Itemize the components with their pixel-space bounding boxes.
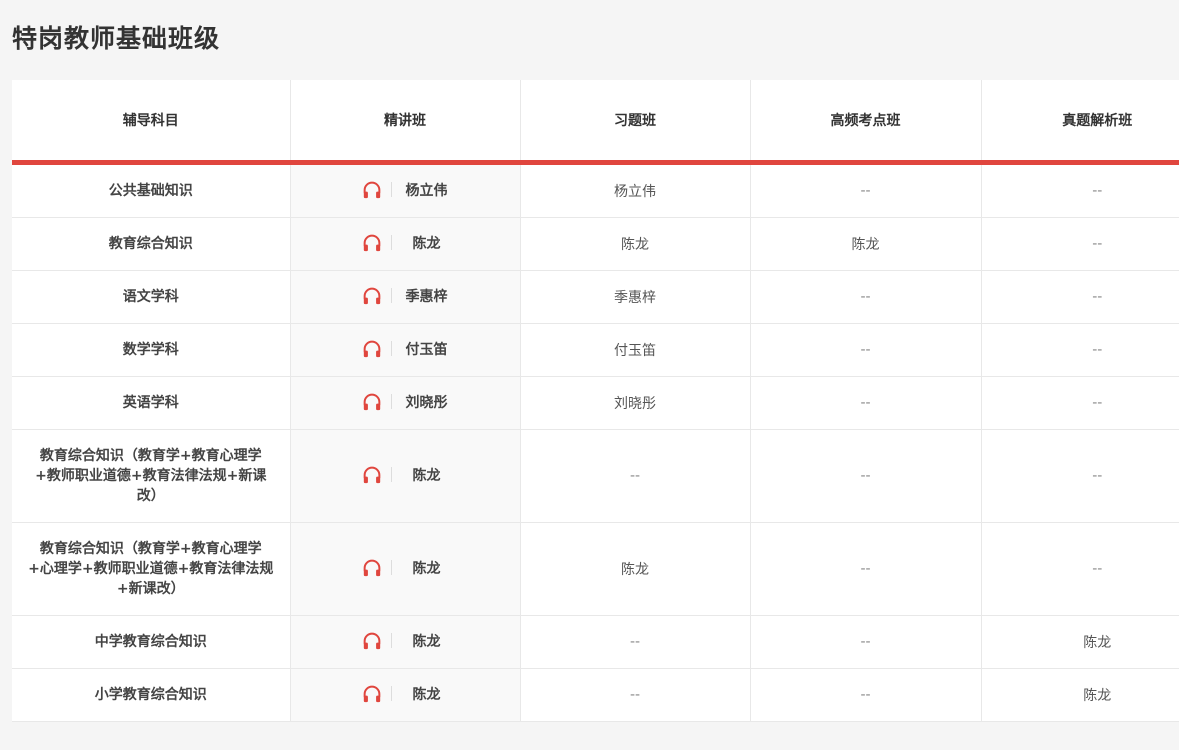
lecture-cell: 陈龙 — [290, 429, 521, 523]
highfreq-cell: -- — [750, 668, 982, 722]
pastexam-cell: 陈龙 — [981, 615, 1179, 669]
divider — [390, 182, 392, 197]
divider — [390, 394, 392, 409]
subject-cell: 小学教育综合知识 — [12, 668, 291, 722]
subject-cell: 数学学科 — [12, 323, 291, 377]
headphones-icon[interactable] — [362, 559, 382, 577]
pastexam-cell: -- — [981, 270, 1179, 324]
divider — [390, 288, 392, 303]
lecture-audio-link[interactable]: 杨立伟 — [362, 180, 449, 200]
subject-cell: 语文学科 — [12, 270, 291, 324]
lecture-audio-link[interactable]: 付玉笛 — [362, 339, 449, 359]
highfreq-cell: -- — [750, 376, 982, 430]
page-title: 特岗教师基础班级 — [12, 24, 221, 53]
lecture-cell: 杨立伟 — [290, 162, 521, 218]
exercise-cell: -- — [520, 615, 751, 669]
highfreq-cell: 陈龙 — [750, 217, 982, 271]
pastexam-cell: -- — [981, 162, 1179, 218]
table-row: 教育综合知识（教育学+教育心理学+心理学+教师职业道德+教育法律法规+新课改） 陈… — [12, 522, 1179, 616]
lecture-cell: 陈龙 — [290, 668, 521, 722]
highfreq-cell: -- — [750, 429, 982, 523]
table-row: 小学教育综合知识 陈龙 -- -- 陈龙 — [12, 668, 1179, 722]
lecture-teacher-name: 陈龙 — [412, 235, 441, 252]
subject-cell: 公共基础知识 — [12, 162, 291, 218]
lecture-audio-link[interactable]: 陈龙 — [362, 684, 449, 704]
lecture-teacher-name: 陈龙 — [412, 686, 441, 703]
lecture-audio-link[interactable]: 陈龙 — [362, 631, 449, 651]
table-row: 语文学科 季惠梓 季惠梓 -- -- — [12, 270, 1179, 324]
table-row: 英语学科 刘晓彤 刘晓彤 -- -- — [12, 376, 1179, 430]
exercise-cell: 杨立伟 — [520, 162, 751, 218]
pastexam-cell: -- — [981, 323, 1179, 377]
lecture-teacher-name: 付玉笛 — [405, 341, 448, 358]
lecture-cell: 陈龙 — [290, 522, 521, 616]
lecture-teacher-name: 陈龙 — [412, 560, 441, 577]
subject-cell: 教育综合知识（教育学+教育心理学+教师职业道德+教育法律法规+新课改） — [12, 429, 291, 523]
lecture-teacher-name: 刘晓彤 — [405, 394, 448, 411]
divider — [390, 467, 392, 482]
divider — [390, 686, 392, 701]
pastexam-cell: -- — [981, 217, 1179, 271]
lecture-teacher-name: 陈龙 — [412, 633, 441, 650]
exercise-cell: -- — [520, 668, 751, 722]
lecture-teacher-name: 杨立伟 — [405, 182, 448, 199]
lecture-cell: 付玉笛 — [290, 323, 521, 377]
table-row: 公共基础知识 杨立伟 杨立伟 -- -- — [12, 162, 1179, 218]
lecture-audio-link[interactable]: 陈龙 — [362, 465, 449, 485]
headphones-icon[interactable] — [362, 466, 382, 484]
exercise-cell: 陈龙 — [520, 217, 751, 271]
table-row: 教育综合知识 陈龙 陈龙 陈龙 -- — [12, 217, 1179, 271]
pastexam-cell: -- — [981, 429, 1179, 523]
table-row: 数学学科 付玉笛 付玉笛 -- -- — [12, 323, 1179, 377]
lecture-cell: 陈龙 — [290, 217, 521, 271]
subject-cell: 中学教育综合知识 — [12, 615, 291, 669]
exercise-cell: 刘晓彤 — [520, 376, 751, 430]
lecture-audio-link[interactable]: 季惠梓 — [362, 286, 449, 306]
subject-cell: 教育综合知识（教育学+教育心理学+心理学+教师职业道德+教育法律法规+新课改） — [12, 522, 291, 616]
headphones-icon[interactable] — [362, 234, 382, 252]
lecture-audio-link[interactable]: 陈龙 — [362, 233, 449, 253]
headphones-icon[interactable] — [362, 181, 382, 199]
lecture-cell: 季惠梓 — [290, 270, 521, 324]
divider — [390, 560, 392, 575]
table-row: 教育综合知识（教育学+教育心理学+教师职业道德+教育法律法规+新课改） 陈龙 -- -… — [12, 429, 1179, 523]
highfreq-cell: -- — [750, 323, 982, 377]
exercise-cell: 陈龙 — [520, 522, 751, 616]
exercise-cell: -- — [520, 429, 751, 523]
header-pastexam-class: 真题解析班 — [981, 80, 1179, 165]
lecture-cell: 陈龙 — [290, 615, 521, 669]
header-exercise-class: 习题班 — [520, 80, 751, 165]
lecture-audio-link[interactable]: 刘晓彤 — [362, 392, 449, 412]
header-subject: 辅导科目 — [12, 80, 291, 165]
exercise-cell: 季惠梓 — [520, 270, 751, 324]
highfreq-cell: -- — [750, 522, 982, 616]
lecture-cell: 刘晓彤 — [290, 376, 521, 430]
course-table: 辅导科目 精讲班 习题班 高频考点班 真题解析班 公共基础知识 杨立伟 杨立伟 -- -… — [12, 80, 1179, 722]
headphones-icon[interactable] — [362, 685, 382, 703]
header-highfreq-class: 高频考点班 — [750, 80, 982, 165]
pastexam-cell: -- — [981, 376, 1179, 430]
divider — [390, 235, 392, 250]
lecture-audio-link[interactable]: 陈龙 — [362, 558, 449, 578]
exercise-cell: 付玉笛 — [520, 323, 751, 377]
highfreq-cell: -- — [750, 270, 982, 324]
subject-cell: 教育综合知识 — [12, 217, 291, 271]
headphones-icon[interactable] — [362, 340, 382, 358]
headphones-icon[interactable] — [362, 632, 382, 650]
lecture-teacher-name: 季惠梓 — [405, 288, 448, 305]
headphones-icon[interactable] — [362, 287, 382, 305]
table-row: 中学教育综合知识 陈龙 -- -- 陈龙 — [12, 615, 1179, 669]
course-table-container: 辅导科目 精讲班 习题班 高频考点班 真题解析班 公共基础知识 杨立伟 杨立伟 -- -… — [12, 80, 1179, 722]
divider — [390, 633, 392, 648]
headphones-icon[interactable] — [362, 393, 382, 411]
header-lecture-class: 精讲班 — [290, 80, 521, 165]
divider — [390, 341, 392, 356]
pastexam-cell: 陈龙 — [981, 668, 1179, 722]
subject-cell: 英语学科 — [12, 376, 291, 430]
table-header-row: 辅导科目 精讲班 习题班 高频考点班 真题解析班 — [12, 80, 1179, 165]
lecture-teacher-name: 陈龙 — [412, 467, 441, 484]
highfreq-cell: -- — [750, 615, 982, 669]
highfreq-cell: -- — [750, 162, 982, 218]
pastexam-cell: -- — [981, 522, 1179, 616]
